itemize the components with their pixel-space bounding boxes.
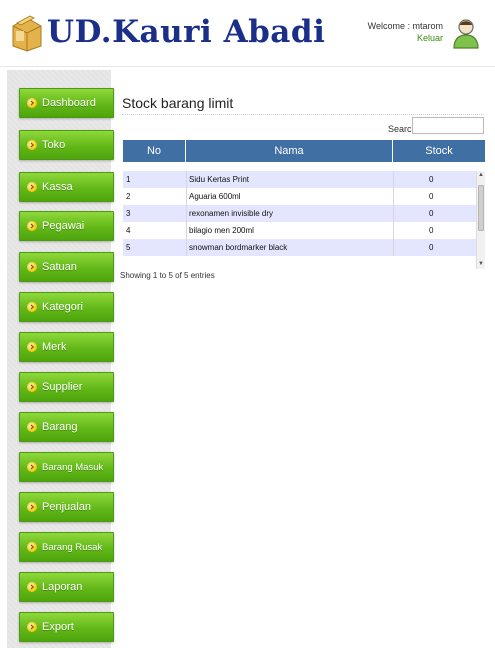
- table-row[interactable]: 1 Sidu Kertas Print 0: [123, 171, 476, 188]
- sidebar-item-label: Barang: [42, 421, 78, 433]
- column-divider: [393, 188, 394, 205]
- chevron-right-icon: [27, 542, 37, 552]
- column-divider: [393, 205, 394, 222]
- sidebar-item-kassa[interactable]: Kassa: [19, 172, 114, 202]
- sidebar-item-barang-masuk[interactable]: Barang Masuk: [19, 452, 114, 482]
- sidebar-item-pegawai[interactable]: Pegawai: [19, 211, 114, 241]
- sidebar-item-kategori[interactable]: Kategori: [19, 292, 114, 322]
- scroll-up-arrow-icon[interactable]: ▲: [477, 171, 485, 180]
- table-row[interactable]: 5 snowman bordmarker black 0: [123, 239, 476, 256]
- sidebar-item-label: Export: [42, 621, 74, 633]
- cell-no: 4: [126, 226, 131, 235]
- folder-box-icon: [12, 15, 42, 52]
- sidebar-item-penjualan[interactable]: Penjualan: [19, 492, 114, 522]
- sidebar-item-label: Kassa: [42, 181, 73, 193]
- chevron-right-icon: [27, 582, 37, 592]
- chevron-right-icon: [27, 98, 37, 108]
- chevron-right-icon: [27, 622, 37, 632]
- column-divider: [186, 171, 187, 188]
- user-avatar-icon[interactable]: [451, 17, 481, 49]
- sidebar-item-dashboard[interactable]: Dashboard: [19, 88, 114, 118]
- chevron-right-icon: [27, 342, 37, 352]
- column-divider: [186, 205, 187, 222]
- sidebar-item-label: Pegawai: [42, 220, 85, 232]
- sidebar-item-satuan[interactable]: Satuan: [19, 252, 114, 282]
- cell-no: 2: [126, 192, 131, 201]
- chevron-right-icon: [27, 140, 37, 150]
- column-header-nama[interactable]: Nama: [186, 140, 393, 162]
- search-input[interactable]: [412, 117, 484, 134]
- column-header-no[interactable]: No: [123, 140, 186, 162]
- chevron-right-icon: [27, 462, 37, 472]
- cell-nama: rexonamen invisible dry: [189, 209, 274, 218]
- column-divider: [186, 188, 187, 205]
- sidebar-item-barang-rusak[interactable]: Barang Rusak: [19, 532, 114, 562]
- brand-logo[interactable]: UD.Kauri Abadi: [10, 6, 325, 58]
- chevron-right-icon: [27, 262, 37, 272]
- column-divider: [186, 239, 187, 256]
- sidebar-item-label: Barang Masuk: [42, 461, 104, 473]
- welcome-text: Welcome : mtarom: [367, 21, 443, 31]
- table-row[interactable]: 4 bilagio men 200ml 0: [123, 222, 476, 239]
- column-header-stock[interactable]: Stock: [393, 140, 485, 162]
- sidebar-item-barang[interactable]: Barang: [19, 412, 114, 442]
- chevron-right-icon: [27, 422, 37, 432]
- sidebar-item-laporan[interactable]: Laporan: [19, 572, 114, 602]
- chevron-right-icon: [27, 502, 37, 512]
- chevron-right-icon: [27, 302, 37, 312]
- cell-stock: 0: [429, 192, 434, 201]
- cell-stock: 0: [429, 243, 434, 252]
- sidebar-item-label: Dashboard: [42, 97, 96, 109]
- title-divider: [122, 114, 484, 115]
- cell-no: 1: [126, 175, 131, 184]
- chevron-right-icon: [27, 382, 37, 392]
- cell-stock: 0: [429, 226, 434, 235]
- table-row[interactable]: 3 rexonamen invisible dry 0: [123, 205, 476, 222]
- table-header: No Nama Stock: [123, 140, 485, 162]
- column-divider: [393, 239, 394, 256]
- column-divider: [393, 222, 394, 239]
- table-info: Showing 1 to 5 of 5 entries: [120, 271, 215, 280]
- sidebar-item-label: Kategori: [42, 301, 83, 313]
- chevron-right-icon: [27, 221, 37, 231]
- cell-nama: bilagio men 200ml: [189, 226, 254, 235]
- cell-no: 5: [126, 243, 131, 252]
- sidebar-item-label: Supplier: [42, 381, 83, 393]
- logout-link[interactable]: Keluar: [368, 32, 443, 44]
- sidebar-item-label: Satuan: [42, 261, 77, 273]
- cell-stock: 0: [429, 175, 434, 184]
- scroll-down-arrow-icon[interactable]: ▼: [477, 260, 485, 269]
- welcome-block: Welcome : mtarom Keluar: [368, 20, 443, 44]
- sidebar-item-label: Toko: [42, 139, 66, 151]
- table-body: 1 Sidu Kertas Print 0 2 Aguaria 600ml 0 …: [123, 171, 476, 269]
- column-divider: [393, 171, 394, 188]
- sidebar-item-export[interactable]: Export: [19, 612, 114, 642]
- table-row[interactable]: 2 Aguaria 600ml 0: [123, 188, 476, 205]
- sidebar-item-merk[interactable]: Merk: [19, 332, 114, 362]
- cell-stock: 0: [429, 209, 434, 218]
- sidebar: Dashboard Toko Kassa Pegawai Satuan Kate…: [7, 70, 114, 648]
- cell-nama: Sidu Kertas Print: [189, 175, 250, 184]
- sidebar-item-label: Laporan: [42, 581, 83, 593]
- cell-no: 3: [126, 209, 131, 218]
- column-divider: [186, 222, 187, 239]
- brand-name: UD.Kauri Abadi: [47, 14, 326, 50]
- chevron-right-icon: [27, 182, 37, 192]
- sidebar-item-label: Merk: [42, 341, 67, 353]
- sidebar-item-toko[interactable]: Toko: [19, 130, 114, 160]
- cell-nama: Aguaria 600ml: [189, 192, 241, 201]
- cell-nama: snowman bordmarker black: [189, 243, 288, 252]
- page-title: Stock barang limit: [122, 95, 234, 111]
- header: UD.Kauri Abadi Welcome : mtarom Keluar: [0, 0, 495, 67]
- table-scrollbar[interactable]: ▲ ▼: [476, 171, 485, 269]
- sidebar-item-supplier[interactable]: Supplier: [19, 372, 114, 402]
- sidebar-item-label: Penjualan: [42, 501, 91, 513]
- sidebar-item-label: Barang Rusak: [42, 541, 103, 553]
- scroll-thumb[interactable]: [478, 185, 484, 231]
